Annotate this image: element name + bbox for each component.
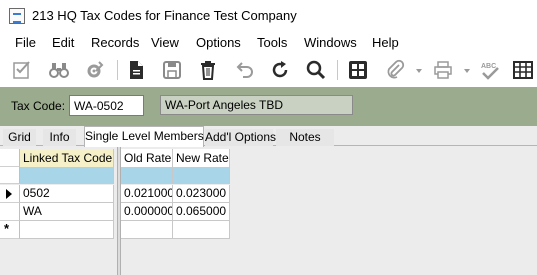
- undo-icon[interactable]: [232, 58, 256, 82]
- tab-info[interactable]: Info: [43, 129, 76, 146]
- row-header-corner: [0, 149, 20, 167]
- tax-code-label: Tax Code:: [11, 99, 66, 113]
- refresh-icon[interactable]: [268, 58, 292, 82]
- calculator-icon[interactable]: [346, 58, 370, 82]
- filter-row-indicator: [0, 167, 20, 184]
- binoculars-icon[interactable]: [47, 58, 71, 82]
- row-indicator-new[interactable]: *: [0, 221, 20, 239]
- menu-windows[interactable]: Windows: [304, 35, 357, 50]
- menu-records[interactable]: Records: [91, 35, 139, 50]
- column-header-old-rate[interactable]: Old Rate: [121, 149, 173, 167]
- table-cell-new-row[interactable]: [173, 221, 230, 239]
- row-indicator[interactable]: [0, 203, 20, 221]
- print-icon[interactable]: [431, 58, 455, 82]
- column-header-linked-tax-code[interactable]: Linked Tax Code: [20, 149, 114, 167]
- tab-notes[interactable]: Notes: [276, 129, 334, 146]
- tab-grid[interactable]: Grid: [3, 129, 36, 146]
- filter-cell-old-rate[interactable]: [121, 167, 173, 184]
- content-area: Linked Tax Code 0502 WA * Old Rate New R…: [0, 146, 537, 275]
- attachment-icon[interactable]: [383, 58, 407, 82]
- menu-view[interactable]: View: [151, 35, 179, 50]
- column-header-new-rate[interactable]: New Rate: [173, 149, 230, 167]
- menu-edit[interactable]: Edit: [52, 35, 74, 50]
- current-row-arrow-icon: [6, 189, 12, 199]
- menu-bar: File Edit Records View Options Tools Win…: [0, 33, 537, 53]
- menu-tools[interactable]: Tools: [257, 35, 287, 50]
- search-icon[interactable]: [304, 58, 328, 82]
- attachment-dropdown-icon[interactable]: [414, 66, 424, 76]
- app-icon: [9, 8, 25, 24]
- window-title: 213 HQ Tax Codes for Finance Test Compan…: [32, 8, 297, 23]
- toolbar-separator: [337, 60, 338, 80]
- new-row-asterisk-icon: *: [4, 221, 10, 236]
- menu-options[interactable]: Options: [196, 35, 241, 50]
- filter-cell-new-rate[interactable]: [173, 167, 230, 184]
- delete-icon[interactable]: [196, 58, 220, 82]
- tax-code-input[interactable]: [69, 95, 144, 116]
- print-dropdown-icon[interactable]: [462, 66, 472, 76]
- rate-grid: Old Rate New Rate 0.021000 0.023000 0.00…: [121, 146, 537, 275]
- toolbar: ABC: [0, 54, 537, 86]
- header-panel: Tax Code: WA-Port Angeles TBD: [0, 87, 537, 126]
- table-cell-old-rate[interactable]: 0.000000: [121, 203, 173, 221]
- spellcheck-icon[interactable]: ABC: [478, 58, 502, 82]
- tab-strip: Grid Info Single Level Members Add'l Opt…: [0, 126, 537, 147]
- table-cell-new-rate[interactable]: 0.065000: [173, 203, 230, 221]
- table-cell-new-rate[interactable]: 0.023000: [173, 185, 230, 203]
- document-icon[interactable]: [124, 58, 148, 82]
- title-bar: 213 HQ Tax Codes for Finance Test Compan…: [0, 0, 537, 32]
- table-cell-new-row[interactable]: [20, 221, 114, 239]
- menu-file[interactable]: File: [15, 35, 36, 50]
- save-icon[interactable]: [160, 58, 184, 82]
- svg-text:ABC: ABC: [481, 63, 496, 70]
- table-cell-old-rate[interactable]: 0.021000: [121, 185, 173, 203]
- tab-addl-options[interactable]: Add'l Options: [205, 129, 276, 146]
- settings-gear-icon[interactable]: [82, 58, 106, 82]
- linked-tax-code-grid: Linked Tax Code 0502 WA *: [0, 146, 117, 275]
- row-indicator-current[interactable]: [0, 185, 20, 203]
- tax-description-field: WA-Port Angeles TBD: [160, 95, 353, 115]
- menu-help[interactable]: Help: [372, 35, 399, 50]
- grid-view-icon[interactable]: [511, 58, 535, 82]
- tab-single-level-members[interactable]: Single Level Members: [84, 126, 204, 147]
- table-cell-linked-tax-code[interactable]: WA: [20, 203, 114, 221]
- toolbar-separator: [117, 60, 118, 80]
- filter-cell-linked-tax-code[interactable]: [20, 167, 114, 184]
- table-cell-new-row[interactable]: [121, 221, 173, 239]
- table-cell-linked-tax-code[interactable]: 0502: [20, 185, 114, 203]
- checklist-icon[interactable]: [10, 58, 34, 82]
